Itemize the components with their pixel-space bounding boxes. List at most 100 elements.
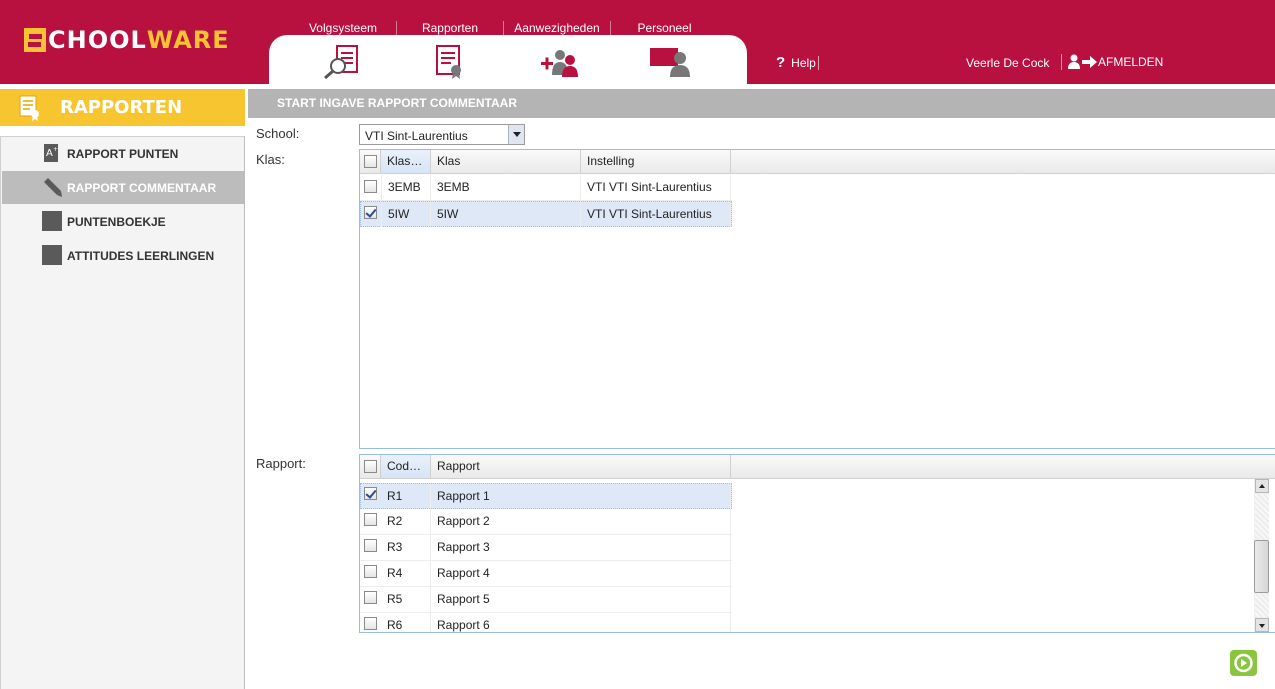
row-checkbox[interactable] (364, 206, 377, 219)
table-row[interactable]: R5 Rapport 5 (360, 587, 732, 613)
table-row[interactable]: R6 Rapport 6 (360, 613, 732, 632)
column-header-instelling[interactable]: Instelling (581, 150, 731, 173)
rapport-label: Rapport: (256, 456, 306, 471)
cell-instelling: VTI VTI Sint-Laurentius (581, 175, 731, 200)
sidebar-title: RAPPORTEN (60, 97, 183, 118)
main-nav-labels: Volgsysteem Rapporten Aanwezigheden Pers… (290, 21, 718, 35)
school-label: School: (256, 126, 300, 141)
user-divider (1061, 54, 1062, 70)
sidebar-item-puntenboekje[interactable]: PUNTENBOEKJE (2, 205, 245, 238)
cell-klas: 3EMB (431, 175, 581, 200)
play-next-icon (1234, 653, 1253, 673)
logo-text-chool: CHOOL (48, 26, 147, 54)
table-row[interactable]: R3 Rapport 3 (360, 535, 732, 561)
help-link[interactable]: ? Help (776, 54, 819, 71)
row-checkbox[interactable] (364, 487, 377, 500)
help-icon: ? (776, 54, 786, 71)
schoolware-logo[interactable]: CHOOL WARE (24, 26, 230, 54)
top-bar: CHOOL WARE Volgsysteem Rapporten Aanwezi… (0, 0, 1275, 84)
report-certificate-icon[interactable] (429, 45, 473, 79)
report-certificate-icon (19, 95, 39, 121)
sidebar-item-attitudes-leerlingen[interactable]: ATTITUDES LEERLINGEN (2, 239, 245, 272)
rapport-grid: Cod… Rapport R1 Rapport 1 R2 Rapport 2 R… (359, 454, 1275, 633)
search-document-icon[interactable] (321, 45, 365, 80)
sidebar-item-label: RAPPORT COMMENTAAR (67, 180, 217, 195)
klas-grid: Klas… Klas Instelling 3EMB 3EMB VTI VTI … (359, 149, 1275, 449)
sidebar-item-rapport-punten[interactable]: A + RAPPORT PUNTEN (2, 137, 245, 170)
column-header-code[interactable]: Cod… (381, 455, 431, 478)
column-header-rapport[interactable]: Rapport (431, 455, 731, 478)
sidebar-menu: A + RAPPORT PUNTEN RAPPORT COMMENTAAR PU… (0, 136, 245, 689)
user-name: Veerle De Cock (966, 56, 1050, 70)
row-checkbox[interactable] (364, 180, 377, 193)
sidebar-item-rapport-commentaar[interactable]: RAPPORT COMMENTAAR (2, 171, 245, 204)
staff-board-icon[interactable] (649, 45, 693, 79)
cell-code: R1 (381, 484, 431, 509)
logout-button[interactable]: AFMELDEN (1068, 54, 1163, 70)
svg-text:A: A (46, 148, 53, 159)
school-select[interactable]: VTI Sint-Laurentius (359, 124, 525, 145)
rapport-select-all-checkbox[interactable] (364, 460, 377, 473)
row-checkbox[interactable] (364, 513, 377, 526)
row-checkbox[interactable] (364, 617, 377, 630)
logout-label: AFMELDEN (1098, 55, 1164, 69)
cell-rapport: Rapport 4 (431, 561, 731, 586)
row-checkbox[interactable] (364, 591, 377, 604)
logo-text-ware: WARE (146, 26, 230, 54)
select-all-cell (360, 455, 381, 478)
page-title: START INGAVE RAPPORT COMMENTAAR (277, 96, 517, 110)
sidebar-item-label: RAPPORT PUNTEN (67, 146, 179, 161)
scroll-up-arrow-icon[interactable] (1255, 479, 1269, 493)
table-row[interactable]: R4 Rapport 4 (360, 561, 732, 587)
cell-rapport: Rapport 2 (431, 509, 731, 534)
pencil-icon (44, 178, 62, 197)
nav-rapporten[interactable]: Rapporten (397, 21, 504, 35)
scroll-thumb[interactable] (1254, 540, 1269, 593)
nav-volgsysteem[interactable]: Volgsysteem (290, 21, 397, 35)
rapport-grid-scrollbar[interactable] (1254, 479, 1269, 632)
cell-klascode: 3EMB (381, 175, 431, 200)
sidebar-item-label: ATTITUDES LEERLINGEN (67, 248, 215, 263)
nav-personeel[interactable]: Personeel (611, 21, 718, 35)
logo-s-mark-icon (24, 28, 46, 52)
help-divider (817, 55, 819, 70)
table-row[interactable]: R1 Rapport 1 (360, 483, 732, 509)
cell-klascode: 5IW (381, 202, 431, 227)
cell-code: R5 (381, 587, 431, 612)
table-row[interactable]: 3EMB 3EMB VTI VTI Sint-Laurentius (360, 175, 732, 201)
cell-code: R6 (381, 613, 431, 632)
table-row[interactable]: 5IW 5IW VTI VTI Sint-Laurentius (360, 201, 732, 227)
sidebar-item-label: PUNTENBOEKJE (67, 214, 166, 229)
help-label: Help (791, 55, 816, 70)
column-header-klascode[interactable]: Klas… (381, 150, 431, 173)
cell-instelling: VTI VTI Sint-Laurentius (581, 202, 731, 227)
page-title-bar: START INGAVE RAPPORT COMMENTAAR (248, 89, 1275, 118)
cell-rapport: Rapport 6 (431, 613, 731, 632)
klas-select-all-checkbox[interactable] (364, 155, 377, 168)
cell-code: R3 (381, 535, 431, 560)
row-checkbox[interactable] (364, 565, 377, 578)
school-select-value: VTI Sint-Laurentius (365, 129, 468, 143)
cell-rapport: Rapport 1 (431, 484, 731, 509)
scroll-down-arrow-icon[interactable] (1255, 618, 1269, 632)
grade-sheet-icon: A + (44, 144, 58, 162)
cell-code: R4 (381, 561, 431, 586)
select-all-cell (360, 150, 381, 173)
chevron-down-icon[interactable] (508, 125, 524, 144)
grey-square-icon (42, 245, 62, 265)
next-button[interactable] (1230, 650, 1257, 676)
column-header-klas[interactable]: Klas (431, 150, 581, 173)
logout-icon (1068, 54, 1097, 69)
table-row[interactable]: R2 Rapport 2 (360, 509, 732, 535)
cell-klas: 5IW (431, 202, 581, 227)
rapport-grid-header: Cod… Rapport (360, 455, 1275, 479)
cell-rapport: Rapport 3 (431, 535, 731, 560)
add-users-icon[interactable] (537, 45, 581, 79)
cell-code: R2 (381, 509, 431, 534)
grey-square-icon (42, 211, 62, 231)
klas-label: Klas: (256, 152, 285, 167)
nav-aanwezigheden[interactable]: Aanwezigheden (504, 21, 611, 35)
klas-grid-header: Klas… Klas Instelling (360, 150, 1275, 174)
sidebar-header: RAPPORTEN (0, 89, 245, 126)
row-checkbox[interactable] (364, 539, 377, 552)
